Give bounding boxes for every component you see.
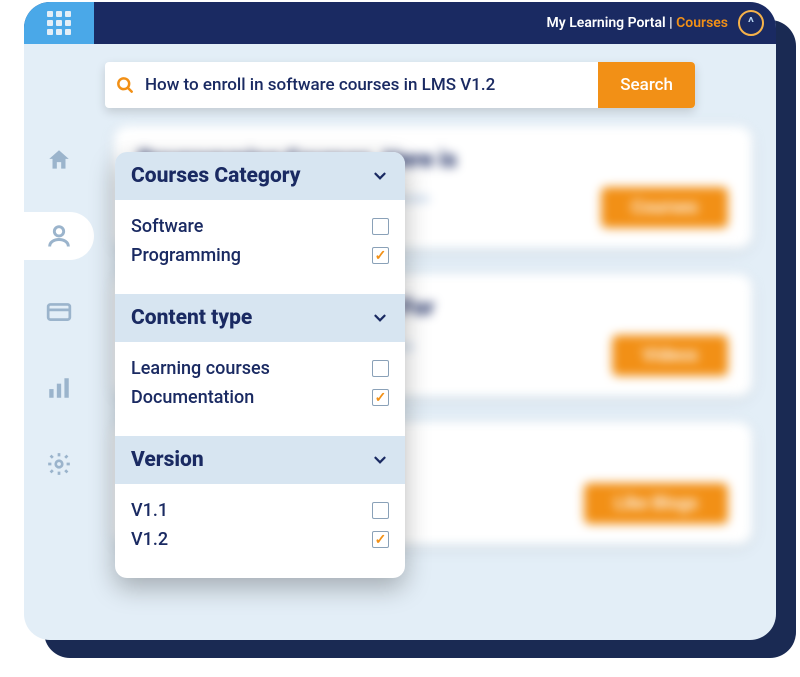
filter-option-label: V1.2 (131, 529, 168, 550)
sidebar-item-home[interactable] (24, 136, 94, 184)
filter-option-label: Software (131, 216, 203, 237)
sidebar-item-settings[interactable] (24, 440, 94, 488)
filter-option[interactable]: V1.1 (131, 496, 389, 525)
search-input[interactable] (145, 75, 598, 95)
filter-option-label: Learning courses (131, 358, 270, 379)
result-tag[interactable]: Like Blogs (584, 483, 728, 524)
checkbox[interactable] (372, 389, 389, 406)
filter-option-label: Programming (131, 245, 241, 266)
filter-option[interactable]: Learning courses (131, 354, 389, 383)
apps-grid-icon (47, 11, 71, 35)
chevron-down-icon (371, 451, 389, 469)
checkbox[interactable] (372, 502, 389, 519)
sidebar-item-analytics[interactable] (24, 364, 94, 412)
breadcrumb-root: My Learning Portal | (547, 15, 677, 31)
filter-option-label: Documentation (131, 387, 254, 408)
filter-option[interactable]: Documentation (131, 383, 389, 412)
avatar[interactable]: ^ (738, 10, 764, 36)
search-bar: Search (105, 62, 695, 108)
result-tag[interactable]: Videos (612, 335, 728, 376)
filter-section-title: Version (131, 448, 204, 472)
filter-section-title: Content type (131, 306, 252, 330)
checkbox[interactable] (372, 218, 389, 235)
checkbox[interactable] (372, 360, 389, 377)
filter-panel: Courses Category Software Programming Co… (115, 152, 405, 578)
filter-option[interactable]: Programming (131, 241, 389, 270)
chevron-down-icon (371, 309, 389, 327)
titlebar: My Learning Portal | Courses ^ (24, 2, 776, 44)
checkbox[interactable] (372, 247, 389, 264)
result-tag[interactable]: Courses (601, 187, 728, 228)
filter-option[interactable]: V1.2 (131, 525, 389, 554)
breadcrumb: My Learning Portal | Courses (547, 15, 728, 31)
search-button[interactable]: Search (598, 62, 695, 108)
chevron-down-icon (371, 167, 389, 185)
filter-section-title: Courses Category (131, 164, 301, 188)
apps-grid-button[interactable] (24, 2, 94, 44)
avatar-glyph: ^ (748, 15, 754, 31)
search-icon (105, 75, 145, 95)
filter-section-header-content-type[interactable]: Content type (115, 294, 405, 342)
filter-option[interactable]: Software (131, 212, 389, 241)
breadcrumb-current[interactable]: Courses (676, 15, 728, 31)
sidebar-item-billing[interactable] (24, 288, 94, 336)
checkbox[interactable] (372, 531, 389, 548)
sidebar-item-profile[interactable] (24, 212, 94, 260)
filter-section-header-version[interactable]: Version (115, 436, 405, 484)
filter-section-header-category[interactable]: Courses Category (115, 152, 405, 200)
filter-option-label: V1.1 (131, 500, 168, 521)
sidebar (24, 116, 94, 640)
